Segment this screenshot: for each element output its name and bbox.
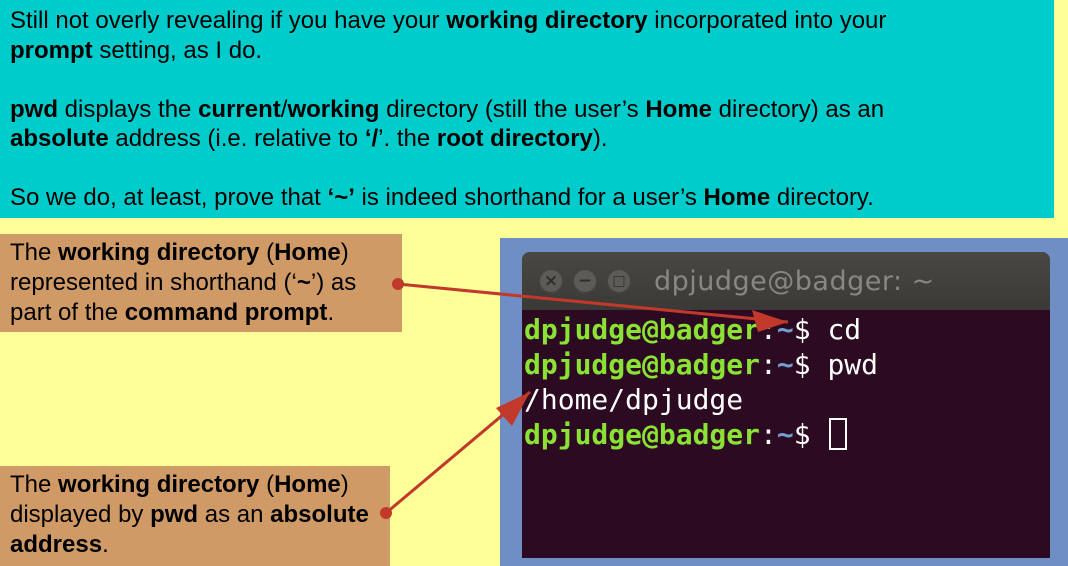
terminal-line-1: dpjudge@badger:~$ cd [524, 313, 862, 346]
maximize-icon[interactable]: □ [606, 268, 632, 294]
terminal-output-line: /home/dpjudge [524, 383, 744, 416]
terminal-body[interactable]: dpjudge@badger:~$ cd dpjudge@badger:~$ pw… [522, 310, 1050, 452]
minimize-icon[interactable]: − [572, 268, 598, 294]
explanation-paragraph-2: pwd displays the current/working directo… [10, 95, 885, 153]
terminal-line-2: dpjudge@badger:~$ pwd [524, 348, 879, 381]
callout-prompt-shorthand: The working directory (Home) represented… [0, 234, 402, 332]
text-cursor [829, 418, 848, 450]
terminal-line-4: dpjudge@badger:~$ [524, 417, 1050, 452]
terminal-title: dpjudge@badger: ~ [654, 265, 935, 297]
terminal-window[interactable]: × − □ dpjudge@badger: ~ dpjudge@badger:~… [522, 252, 1050, 558]
explanation-paragraph-1: Still not overly revealing if you have y… [10, 7, 887, 64]
terminal-titlebar[interactable]: × − □ dpjudge@badger: ~ [522, 252, 1050, 310]
close-icon[interactable]: × [538, 268, 564, 294]
callout-pwd-absolute: The working directory (Home) displayed b… [0, 466, 390, 566]
explanation-box: Still not overly revealing if you have y… [0, 0, 1054, 218]
explanation-paragraph-3: So we do, at least, prove that ‘~’ is in… [10, 184, 874, 211]
